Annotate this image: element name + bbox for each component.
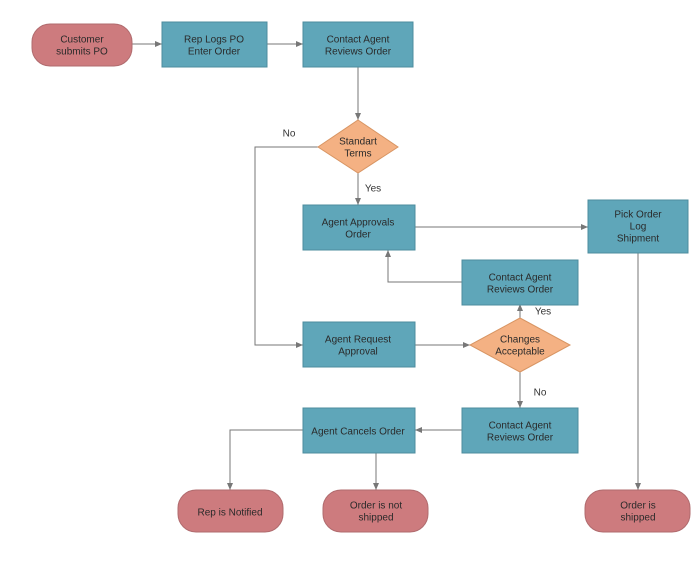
svg-text:Approval: Approval <box>338 347 377 358</box>
svg-text:Order: Order <box>345 230 371 241</box>
svg-text:shipped: shipped <box>358 513 393 524</box>
svg-text:Changes: Changes <box>500 335 540 346</box>
svg-text:Pick Order: Pick Order <box>614 210 662 221</box>
svg-text:Customer: Customer <box>60 35 104 46</box>
svg-text:Standart: Standart <box>339 137 377 148</box>
svg-text:Log: Log <box>630 222 647 233</box>
label-changes-no: No <box>534 388 547 399</box>
svg-text:Reviews Order: Reviews Order <box>487 285 554 296</box>
svg-text:Agent Cancels Order: Agent Cancels Order <box>311 427 405 438</box>
svg-text:Contact Agent: Contact Agent <box>489 421 552 432</box>
label-terms-yes: Yes <box>365 184 381 195</box>
svg-text:Shipment: Shipment <box>617 234 659 245</box>
svg-text:submits PO: submits PO <box>56 47 108 58</box>
label-changes-yes: Yes <box>535 307 551 318</box>
svg-text:Enter Order: Enter Order <box>188 47 241 58</box>
svg-text:Agent Approvals: Agent Approvals <box>322 218 395 229</box>
svg-text:Reviews Order: Reviews Order <box>325 47 392 58</box>
svg-text:Contact Agent: Contact Agent <box>327 35 390 46</box>
svg-text:Order is not: Order is not <box>350 501 402 512</box>
svg-text:Terms: Terms <box>344 149 371 160</box>
svg-text:shipped: shipped <box>620 513 655 524</box>
label-terms-no: No <box>283 129 296 140</box>
edge-review2-to-approvals <box>388 250 462 282</box>
svg-text:Order is: Order is <box>620 501 656 512</box>
flowchart-canvas: Yes No Yes No Customer submits PO Rep Lo… <box>0 0 700 569</box>
svg-text:Reviews Order: Reviews Order <box>487 433 554 444</box>
svg-text:Rep Logs PO: Rep Logs PO <box>184 35 244 46</box>
svg-text:Acceptable: Acceptable <box>495 347 545 358</box>
svg-text:Contact Agent: Contact Agent <box>489 273 552 284</box>
svg-text:Rep is Notified: Rep is Notified <box>197 508 262 519</box>
svg-text:Agent Request: Agent Request <box>325 335 391 346</box>
edge-cancels-to-repnotified <box>230 430 303 490</box>
